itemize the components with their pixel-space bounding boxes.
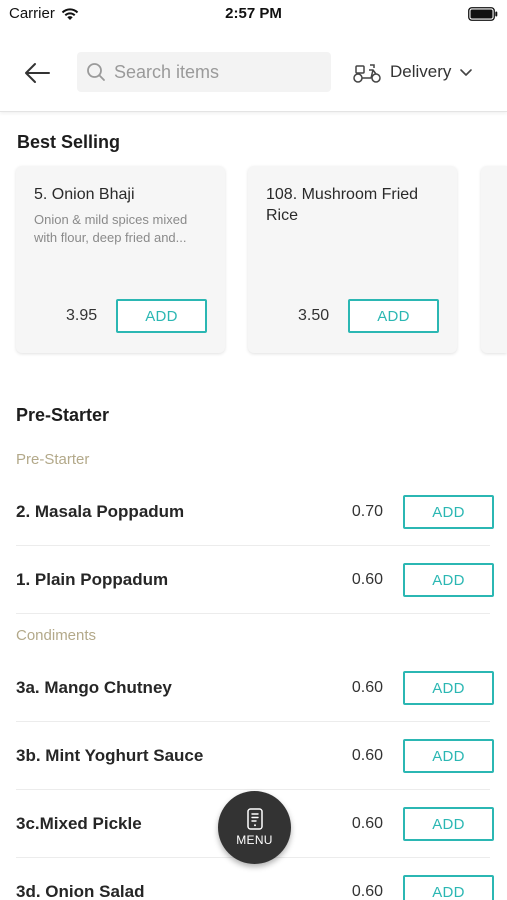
delivery-selector[interactable]: Delivery bbox=[352, 58, 473, 86]
card-item-name: 5. Onion Bhaji bbox=[34, 186, 135, 203]
menu-item-name: 1. Plain Poppadum bbox=[16, 570, 169, 589]
search-box[interactable] bbox=[77, 52, 331, 92]
add-button[interactable]: ADD bbox=[403, 563, 494, 597]
menu-item-name: 2. Masala Poppadum bbox=[16, 502, 185, 521]
delivery-label: Delivery bbox=[390, 62, 452, 81]
search-icon bbox=[87, 63, 105, 81]
add-button[interactable]: ADD bbox=[116, 299, 207, 333]
status-time: 2:57 PM bbox=[225, 5, 282, 22]
menu-item-price: 0.60 bbox=[351, 747, 383, 764]
best-selling-card[interactable]: 108. Mushroom Fried Rice 3.50 ADD bbox=[248, 166, 457, 353]
menu-book-icon bbox=[246, 808, 263, 830]
category-title: Pre-Starter bbox=[16, 405, 110, 425]
menu-item-row[interactable]: 2. Masala Poppadum 0.70 ADD bbox=[16, 478, 494, 546]
subcategory-label: Condiments bbox=[16, 627, 97, 644]
menu-fab-button[interactable]: MENU bbox=[218, 791, 291, 864]
add-button[interactable]: ADD bbox=[403, 671, 494, 705]
card-item-price: 3.50 bbox=[298, 307, 330, 324]
card-item-price: 3.95 bbox=[66, 307, 98, 324]
add-button[interactable]: ADD bbox=[403, 495, 494, 529]
add-button[interactable]: ADD bbox=[403, 875, 494, 900]
add-button[interactable]: ADD bbox=[403, 739, 494, 773]
menu-item-name: 3d. Onion Salad bbox=[16, 882, 145, 900]
arrow-left-icon bbox=[25, 63, 50, 83]
scooter-icon bbox=[353, 64, 381, 83]
menu-item-row[interactable]: 3d. Onion Salad 0.60 ADD bbox=[16, 858, 494, 900]
status-bar: Carrier 2:57 PM bbox=[0, 0, 507, 30]
menu-item-price: 0.70 bbox=[351, 503, 383, 520]
card-item-description: Onion & mild spices mixed with flour, de… bbox=[34, 212, 188, 245]
battery-icon bbox=[468, 7, 498, 21]
menu-item-price: 0.60 bbox=[351, 815, 383, 832]
add-button[interactable]: ADD bbox=[403, 807, 494, 841]
menu-item-name: 3a. Mango Chutney bbox=[16, 678, 172, 697]
best-selling-card[interactable]: 5. Onion Bhaji Onion & mild spices mixed… bbox=[16, 166, 225, 353]
best-selling-card-partial[interactable] bbox=[481, 166, 507, 353]
menu-item-name: 3c.Mixed Pickle bbox=[16, 814, 142, 833]
chevron-down-icon bbox=[460, 69, 473, 76]
row-divider bbox=[16, 613, 490, 614]
card-item-name: 108. Mushroom Fried Rice bbox=[266, 186, 419, 224]
menu-item-price: 0.60 bbox=[351, 571, 383, 588]
search-input[interactable] bbox=[114, 61, 314, 83]
add-button[interactable]: ADD bbox=[348, 299, 439, 333]
menu-item-row[interactable]: 3a. Mango Chutney 0.60 ADD bbox=[16, 654, 494, 722]
header-bar: Delivery bbox=[0, 40, 507, 112]
menu-item-price: 0.60 bbox=[351, 679, 383, 696]
menu-item-price: 0.60 bbox=[351, 883, 383, 900]
best-selling-title: Best Selling bbox=[17, 132, 121, 152]
menu-item-name: 3b. Mint Yoghurt Sauce bbox=[16, 746, 204, 765]
subcategory-label: Pre-Starter bbox=[16, 451, 90, 468]
menu-fab-label: MENU bbox=[236, 833, 273, 847]
back-button[interactable] bbox=[22, 58, 52, 88]
menu-item-row[interactable]: 1. Plain Poppadum 0.60 ADD bbox=[16, 546, 494, 614]
menu-item-row[interactable]: 3b. Mint Yoghurt Sauce 0.60 ADD bbox=[16, 722, 494, 790]
